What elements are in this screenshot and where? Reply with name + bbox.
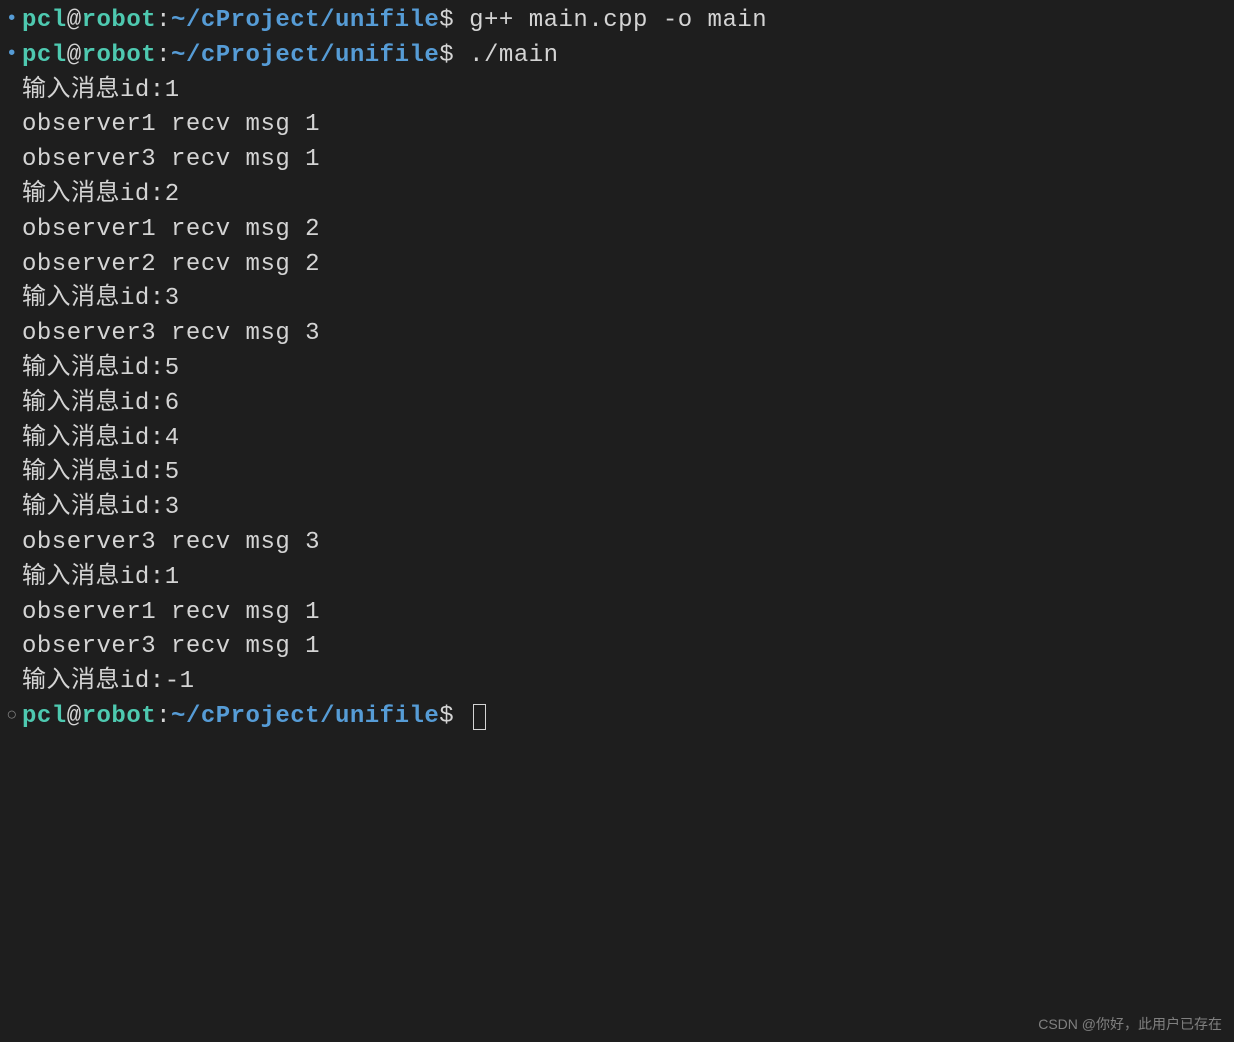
output-line: observer3 recv msg 1 [0,143,1234,178]
output-line: 输入消息id:4 [0,422,1234,457]
output-line: 输入消息id:5 [0,456,1234,491]
prompt-dollar: $ [439,42,469,69]
output-line: 输入消息id:1 [0,561,1234,596]
output-line: observer2 recv msg 2 [0,248,1234,283]
prompt-bullet-icon: • [2,5,22,34]
output-line: observer1 recv msg 1 [0,596,1234,631]
output-line: 输入消息id:3 [0,282,1234,317]
output-line: 输入消息id:3 [0,491,1234,526]
output-line: 输入消息id:5 [0,352,1234,387]
command-text: g++ main.cpp -o main [469,7,767,34]
output-line: observer1 recv msg 1 [0,108,1234,143]
output-line: 输入消息id:2 [0,178,1234,213]
prompt-host: robot [82,703,157,730]
prompt-at: @ [67,7,82,34]
prompt-path: ~/cProject/unifile [171,42,439,69]
output-line: observer3 recv msg 1 [0,630,1234,665]
prompt-host: robot [82,7,157,34]
prompt-host: robot [82,42,157,69]
prompt-user: pcl [22,42,67,69]
prompt-path: ~/cProject/unifile [171,7,439,34]
prompt-bullet-icon: • [2,40,22,69]
output-line: observer1 recv msg 2 [0,213,1234,248]
output-line: observer3 recv msg 3 [0,526,1234,561]
output-line: 输入消息id:-1 [0,665,1234,700]
prompt-user: pcl [22,7,67,34]
command-text: ./main [469,42,558,69]
prompt-at: @ [67,42,82,69]
output-line: 输入消息id:1 [0,74,1234,109]
prompt-path: ~/cProject/unifile [171,703,439,730]
output-line: observer3 recv msg 3 [0,317,1234,352]
prompt-dollar: $ [439,703,469,730]
output-line: 输入消息id:6 [0,387,1234,422]
prompt-colon: : [156,42,171,69]
prompt-line[interactable]: ○pcl@robot:~/cProject/unifile$ [0,700,1234,735]
prompt-line[interactable]: •pcl@robot:~/cProject/unifile$ g++ main.… [0,4,1234,39]
prompt-user: pcl [22,703,67,730]
cursor-icon [473,704,486,730]
prompt-dollar: $ [439,7,469,34]
prompt-colon: : [156,7,171,34]
prompt-bullet-hollow-icon: ○ [2,703,22,729]
prompt-colon: : [156,703,171,730]
prompt-at: @ [67,703,82,730]
terminal-window[interactable]: •pcl@robot:~/cProject/unifile$ g++ main.… [0,4,1234,735]
watermark-text: CSDN @你好，此用户已存在 [1038,1014,1222,1034]
prompt-line[interactable]: •pcl@robot:~/cProject/unifile$ ./main [0,39,1234,74]
